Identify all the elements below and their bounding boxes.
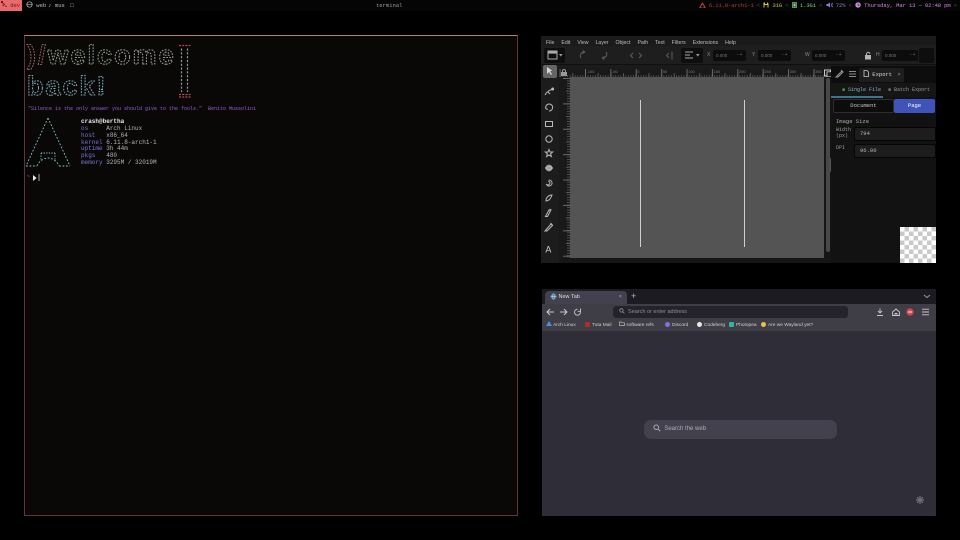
svg-text:A: A <box>545 245 551 255</box>
svg-text:)/welcome: )/welcome <box>27 40 176 70</box>
svg-text:back!: back! <box>27 71 108 101</box>
